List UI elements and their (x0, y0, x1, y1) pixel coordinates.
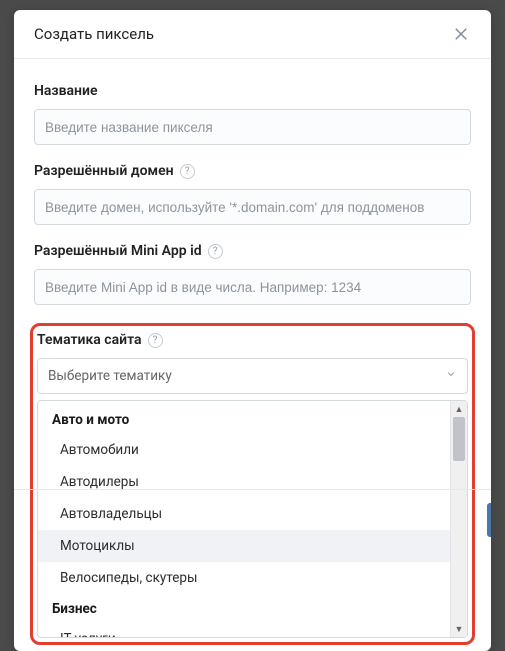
modal-header: Создать пиксель (14, 10, 491, 59)
field-domain: Разрешённый домен ? (34, 163, 471, 225)
field-domain-label: Разрешённый домен ? (34, 163, 471, 179)
dropdown-item[interactable]: Велосипеды, скутеры (38, 562, 450, 594)
field-topic: Тематика сайта ? Выберите тематику Авто … (37, 332, 468, 638)
dropdown-group-header: Авто и мото (38, 405, 450, 434)
field-name-label: Название (34, 83, 471, 99)
field-name: Название (34, 83, 471, 145)
dropdown-item[interactable]: Мотоциклы (38, 530, 450, 562)
help-icon[interactable]: ? (180, 164, 195, 179)
help-icon[interactable]: ? (208, 244, 223, 259)
topic-dropdown-list[interactable]: Авто и мотоАвтомобилиАвтодилерыАвтовладе… (38, 401, 450, 637)
field-miniapp-label: Разрешённый Mini App id ? (34, 243, 471, 259)
scroll-up-button[interactable]: ▲ (451, 401, 467, 417)
scroll-down-button[interactable]: ▼ (451, 621, 467, 637)
field-topic-label: Тематика сайта ? (37, 332, 468, 348)
modal-body: Название Разрешённый домен ? Разрешённый… (14, 59, 491, 651)
dropdown-item[interactable]: Автовладельцы (38, 498, 450, 530)
create-pixel-modal: Создать пиксель Название Разрешённый дом… (14, 10, 491, 651)
field-miniapp-label-text: Разрешённый Mini App id (34, 243, 202, 259)
modal-title: Создать пиксель (34, 25, 154, 43)
name-input[interactable] (34, 109, 471, 145)
chevron-down-icon (445, 368, 457, 384)
dropdown-item[interactable]: Автодилеры (38, 466, 450, 498)
field-miniapp: Разрешённый Mini App id ? (34, 243, 471, 305)
topic-select-value: Выберите тематику (48, 368, 172, 384)
miniapp-input[interactable] (34, 269, 471, 305)
scroll-thumb[interactable] (453, 417, 465, 461)
primary-button-edge[interactable] (487, 503, 491, 537)
help-icon[interactable]: ? (148, 333, 163, 348)
field-domain-label-text: Разрешённый домен (34, 163, 174, 179)
highlight-annotation: Тематика сайта ? Выберите тематику Авто … (30, 323, 475, 645)
scrollbar[interactable]: ▲ ▼ (450, 401, 467, 637)
close-icon (452, 25, 470, 43)
footer-separator (14, 489, 491, 490)
topic-dropdown: Авто и мотоАвтомобилиАвтодилерыАвтовладе… (37, 400, 468, 638)
dropdown-group-header: Бизнес (38, 594, 450, 623)
field-topic-label-text: Тематика сайта (37, 332, 142, 348)
dropdown-item[interactable]: Автомобили (38, 434, 450, 466)
close-button[interactable] (451, 24, 471, 44)
domain-input[interactable] (34, 189, 471, 225)
topic-select[interactable]: Выберите тематику (37, 358, 468, 394)
dropdown-item[interactable]: IT услуги (38, 623, 450, 637)
